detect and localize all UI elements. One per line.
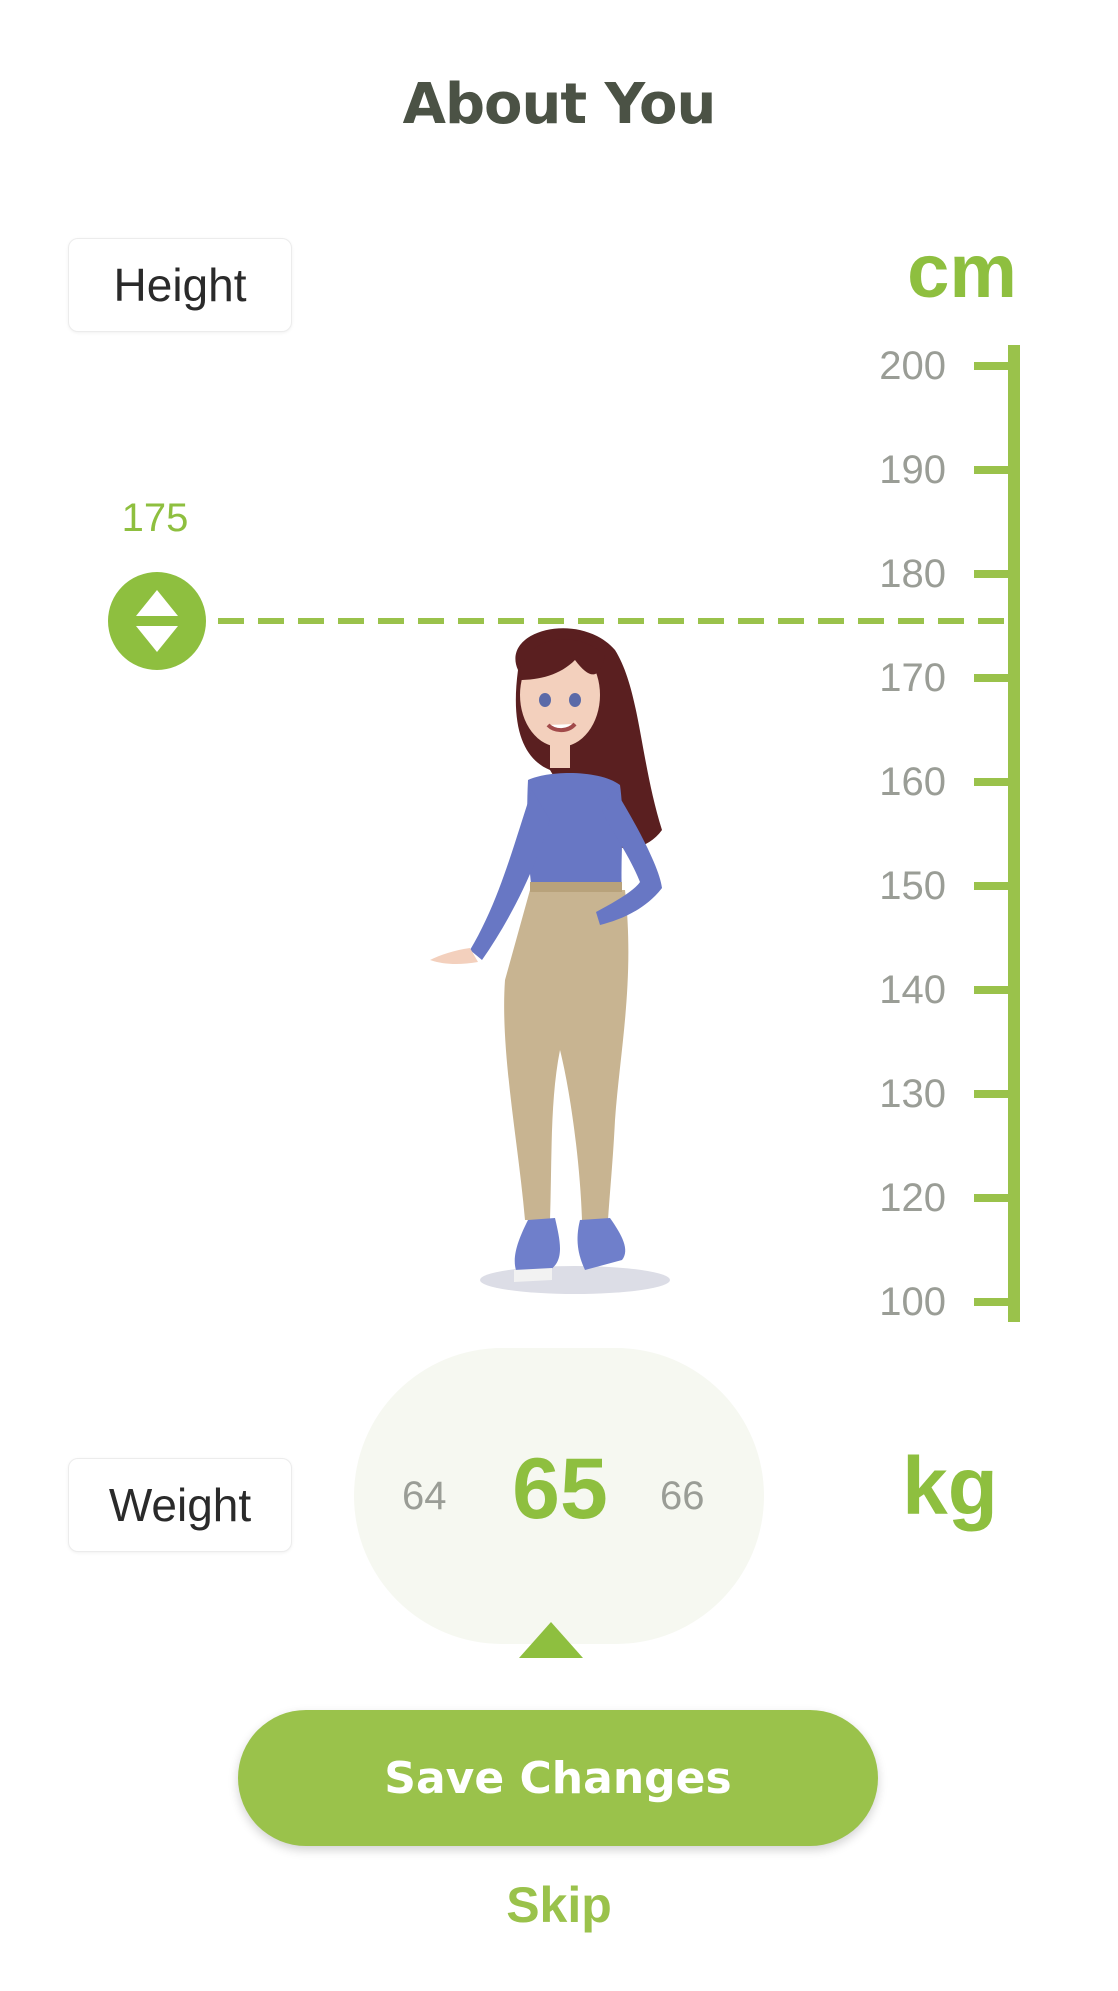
ruler-tick-label: 180 <box>879 552 946 596</box>
weight-label: Weight <box>68 1458 292 1552</box>
height-drag-handle[interactable] <box>108 572 206 670</box>
ruler-tick-label: 170 <box>879 656 946 700</box>
ruler-tick-label: 160 <box>879 760 946 804</box>
ruler-tick-label: 120 <box>879 1176 946 1220</box>
weight-unit: kg <box>902 1441 998 1532</box>
ruler-tick-label: 130 <box>879 1072 946 1116</box>
height-selected-value: 175 <box>121 496 189 540</box>
weight-option-previous[interactable]: 64 <box>402 1474 447 1519</box>
ruler-tick-label: 100 <box>879 1280 946 1324</box>
ruler-tick-label: 190 <box>879 448 946 492</box>
character-illustration <box>430 628 670 1294</box>
save-changes-button[interactable]: Save Changes <box>238 1710 878 1846</box>
ruler-tick-label: 140 <box>879 968 946 1012</box>
skip-link[interactable]: Skip <box>0 1876 1118 1934</box>
weight-selected-value: 65 <box>512 1441 608 1537</box>
triangle-up-icon <box>519 1622 583 1658</box>
ruler-tick-label: 150 <box>879 864 946 908</box>
ruler-tick-label: 200 <box>879 344 946 388</box>
weight-option-next[interactable]: 66 <box>660 1474 705 1519</box>
up-down-arrows-icon <box>136 590 178 652</box>
